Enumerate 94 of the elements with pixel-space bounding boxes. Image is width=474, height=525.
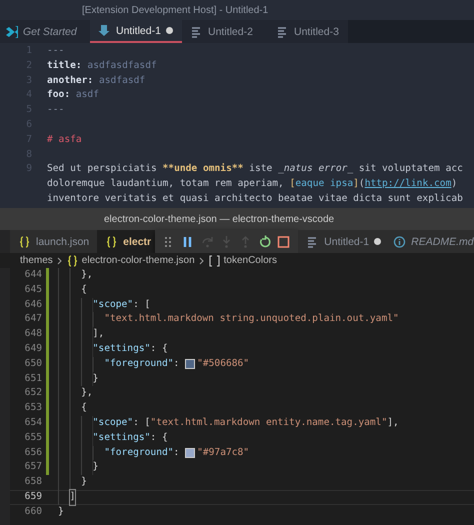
line-number: 650 <box>24 356 42 371</box>
line-number: 657 <box>24 460 42 474</box>
code-text: doloremque laudantium, totam rem aperiam, <box>47 177 285 192</box>
code-text: foo: <box>47 88 70 102</box>
code-text: "#506686" <box>197 356 250 371</box>
code-text: { <box>81 282 87 297</box>
editor-tab[interactable]: README.md <box>385 230 474 253</box>
line-number: 660 <box>24 504 42 519</box>
line-number: 653 <box>24 401 42 416</box>
code-text: asdfasdfasdf <box>86 58 157 73</box>
window-title: [Extension Development Host] - Untitled-1 <box>82 4 268 16</box>
code-text: # asfa <box>47 132 82 147</box>
line-number: 644 <box>24 268 42 282</box>
line-number: 651 <box>24 372 42 386</box>
code-text: : [ <box>133 298 150 312</box>
line-number: 658 <box>24 475 42 490</box>
code-text: "text.html.markdown entity.name.tag.yaml" <box>150 416 388 430</box>
code-text: --- <box>47 103 64 118</box>
logo-icon <box>5 24 18 38</box>
brackets-icon <box>208 254 221 268</box>
line-number: 655 <box>24 430 42 445</box>
code-text: { <box>81 401 87 416</box>
editor-tab[interactable]: Untitled-3 <box>268 20 348 43</box>
line-number: 656 <box>24 446 42 460</box>
code-text: } <box>58 504 64 519</box>
code-text: title: <box>47 58 82 73</box>
braces-icon <box>105 234 118 248</box>
code-text: **unde omnis** <box>162 162 244 176</box>
code-text: } <box>92 372 98 386</box>
code-text: : [ <box>133 416 150 430</box>
code-text: "text.html.markdown string.unquoted.plain.out.yaml" <box>104 312 399 326</box>
arrow-down-icon <box>98 24 111 38</box>
code-text: : <box>174 356 180 371</box>
code-text: iste <box>248 162 274 176</box>
info-icon <box>393 234 406 248</box>
code-text: another: <box>47 74 94 88</box>
code-text: ] <box>353 177 359 192</box>
color-swatch[interactable] <box>185 448 196 458</box>
line-number: 654 <box>24 416 42 430</box>
breadcrumb-item[interactable]: electron-color-theme.json <box>82 255 195 266</box>
code-text: : { <box>150 430 168 445</box>
code-text: sit voluptatem acc <box>358 162 463 176</box>
stop-icon[interactable] <box>277 234 290 248</box>
code-text: ], <box>92 327 104 342</box>
editor-tab[interactable]: Untitled-1 <box>90 20 182 43</box>
code-text: http://link.com <box>364 177 452 192</box>
code-text: --- <box>47 44 64 58</box>
breadcrumb-item[interactable]: tokenColors <box>224 255 277 266</box>
editor-tab[interactable]: Untitled-1 <box>298 230 386 253</box>
chevron-icon <box>56 256 63 266</box>
code-text: "foreground" <box>104 356 174 371</box>
line-number: 645 <box>24 282 42 297</box>
code-text: "foreground" <box>104 446 174 460</box>
code-text: "scope" <box>92 298 134 312</box>
breadcrumb-item[interactable]: themes <box>20 255 53 266</box>
code-text: }, <box>81 386 93 400</box>
code-text: _natus error_ <box>278 162 354 176</box>
editor-tab[interactable]: launch.json <box>10 230 98 253</box>
code-text: asdf <box>74 88 99 102</box>
code-text: }, <box>81 268 93 282</box>
line-number: 647 <box>24 312 42 326</box>
code-text: [ <box>290 177 296 192</box>
code-text: } <box>81 475 87 490</box>
code-text: inventore veritatis et quasi architecto beatae vitae dicta sunt explicab <box>47 192 463 206</box>
code-text: "#97a7c8" <box>197 446 250 460</box>
code-text: : { <box>150 342 168 356</box>
line-number: 648 <box>24 327 42 342</box>
color-swatch[interactable] <box>185 359 196 370</box>
line-number: 652 <box>24 386 42 400</box>
lines-icon <box>190 24 203 38</box>
code-text: "settings" <box>92 342 150 356</box>
editor-tab[interactable]: electr <box>97 230 156 253</box>
line-number: 659 <box>24 490 42 504</box>
code-text: asdfasdf <box>98 74 146 88</box>
code-text: eaque ipsa <box>295 177 354 192</box>
code-text: } <box>92 460 98 474</box>
braces-icon <box>66 254 79 268</box>
code-text: : <box>174 446 180 460</box>
restart-icon[interactable] <box>258 234 272 248</box>
line-number: 649 <box>24 342 42 356</box>
code-text: Sed ut perspiciatis <box>47 162 158 176</box>
code-text: ] <box>70 490 76 505</box>
lines-icon <box>276 24 289 38</box>
code-text: ) <box>451 177 458 192</box>
code-text: ], <box>387 416 399 430</box>
editor-tab[interactable]: Untitled-2 <box>182 20 268 43</box>
editor-tab[interactable]: Get Started <box>0 20 90 43</box>
code-text: ( <box>358 177 365 192</box>
braces-icon <box>18 234 31 248</box>
window-title: electron-color-theme.json — electron-theme-vscode <box>104 214 334 224</box>
line-number: 646 <box>24 298 42 312</box>
code-text: "settings" <box>92 430 150 445</box>
code-text: "scope" <box>92 416 134 430</box>
chevron-icon <box>198 256 205 266</box>
